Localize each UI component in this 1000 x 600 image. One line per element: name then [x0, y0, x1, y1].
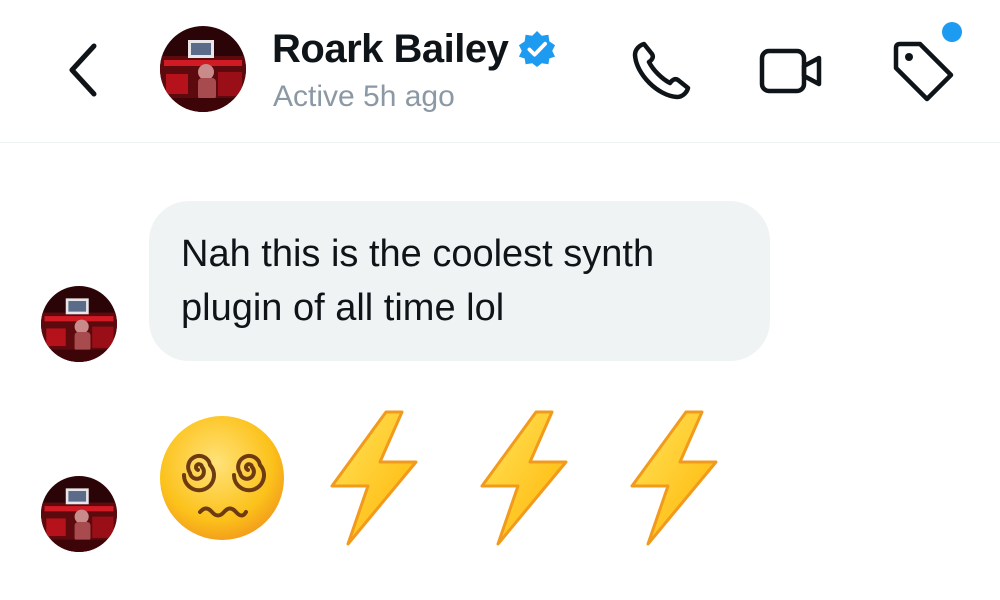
high-voltage-icon [330, 410, 418, 546]
avatar-image [160, 26, 246, 112]
contact-name: Roark Bailey [272, 26, 509, 71]
conversation-header: Roark Bailey Active 5h ago [0, 0, 1000, 143]
sender-avatar[interactable] [41, 286, 117, 362]
verified-badge-icon [519, 30, 556, 68]
call-button[interactable] [626, 36, 696, 106]
avatar-image [41, 286, 117, 362]
video-call-button[interactable] [756, 36, 826, 106]
message-bubble[interactable]: Nah this is the coolest synth plugin of … [149, 201, 770, 361]
tag-icon [893, 41, 954, 102]
dm-conversation-screen: Roark Bailey Active 5h ago Nah this is t… [0, 0, 1000, 600]
contact-name-row[interactable]: Roark Bailey [272, 24, 556, 74]
chevron-left-icon [69, 43, 97, 97]
emoji-message[interactable] [156, 408, 768, 548]
notification-dot [942, 22, 962, 42]
avatar-image [41, 476, 117, 552]
message-text: Nah this is the coolest synth plugin of … [181, 233, 655, 329]
video-camera-icon [759, 48, 822, 94]
active-status: Active 5h ago [273, 80, 455, 113]
label-button[interactable] [888, 36, 958, 106]
phone-icon [632, 41, 691, 100]
high-voltage-icon [480, 410, 568, 546]
back-button[interactable] [62, 40, 106, 100]
face-with-spiral-eyes-icon [160, 416, 284, 540]
contact-avatar[interactable] [160, 26, 246, 112]
sender-avatar[interactable] [41, 476, 117, 552]
high-voltage-icon [630, 410, 718, 546]
